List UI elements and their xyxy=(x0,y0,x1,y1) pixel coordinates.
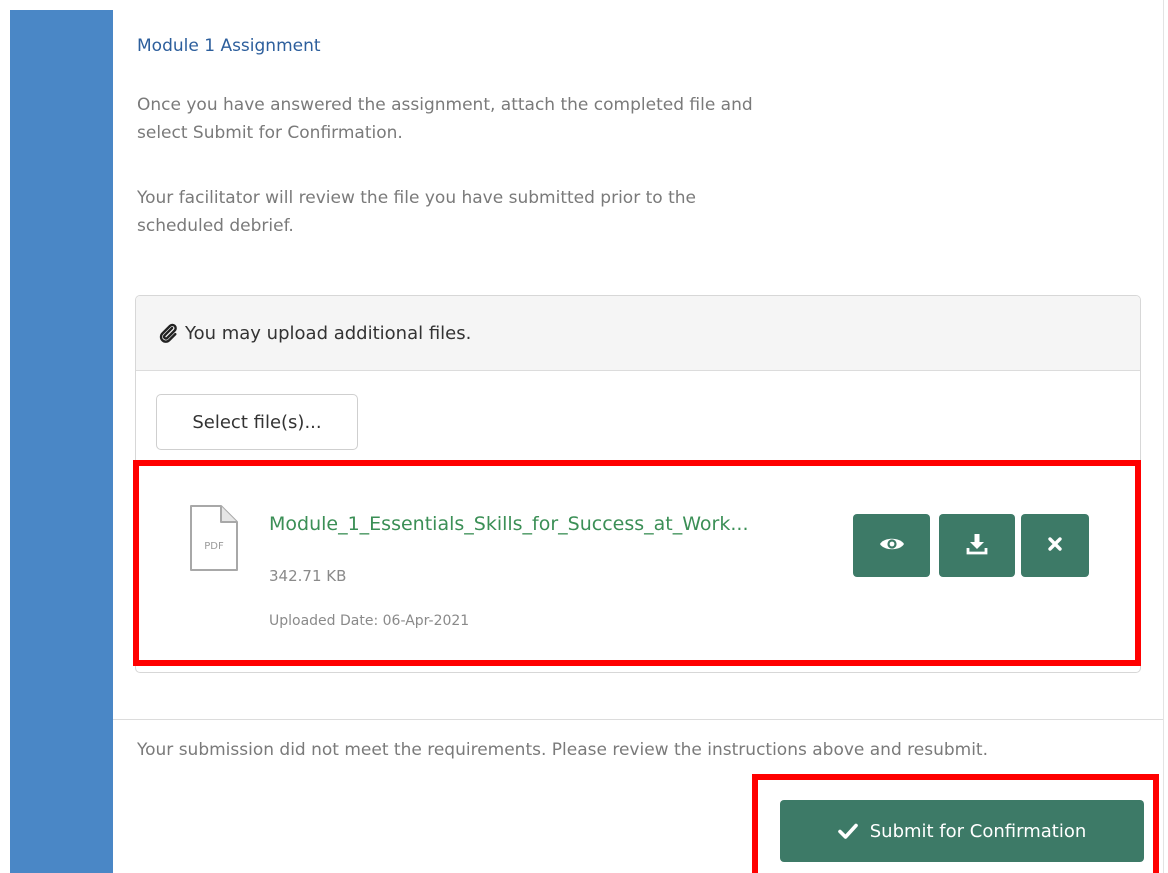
submit-button-label: Submit for Confirmation xyxy=(869,820,1087,842)
file-name-link[interactable]: Module_1_Essentials_Skills_for_Success_a… xyxy=(269,513,749,535)
view-file-button[interactable] xyxy=(853,514,930,577)
right-border-line xyxy=(1163,0,1164,873)
download-file-button[interactable] xyxy=(939,514,1015,577)
close-icon xyxy=(1047,536,1063,555)
file-size: 342.71 KB xyxy=(269,567,347,585)
submission-status-message: Your submission did not meet the require… xyxy=(137,740,989,760)
uploaded-file-item: PDF Module_1_Essentials_Skills_for_Succe… xyxy=(136,461,1140,661)
download-icon xyxy=(966,533,988,558)
remove-file-button[interactable] xyxy=(1021,514,1089,577)
submit-for-confirmation-button[interactable]: Submit for Confirmation xyxy=(780,800,1144,862)
section-divider xyxy=(113,719,1163,720)
left-accent-bar xyxy=(10,10,113,873)
paperclip-icon xyxy=(157,322,179,344)
upload-panel-header-text: You may upload additional files. xyxy=(185,322,472,344)
assignment-title: Module 1 Assignment xyxy=(137,36,321,56)
check-icon xyxy=(837,823,858,839)
review-note: Your facilitator will review the file yo… xyxy=(137,188,696,236)
assignment-instructions: Once you have answered the assignment, a… xyxy=(137,95,753,143)
file-uploaded-date: Uploaded Date: 06-Apr-2021 xyxy=(269,613,470,629)
assignment-page: Module 1 Assignment Once you have answer… xyxy=(0,0,1168,873)
upload-panel: You may upload additional files. Select … xyxy=(135,295,1141,673)
upload-panel-header: You may upload additional files. xyxy=(136,296,1140,371)
select-files-button[interactable]: Select file(s)... xyxy=(156,394,358,450)
pdf-file-type-label: PDF xyxy=(204,541,224,552)
eye-icon xyxy=(879,535,905,556)
pdf-file-icon: PDF xyxy=(189,504,239,572)
